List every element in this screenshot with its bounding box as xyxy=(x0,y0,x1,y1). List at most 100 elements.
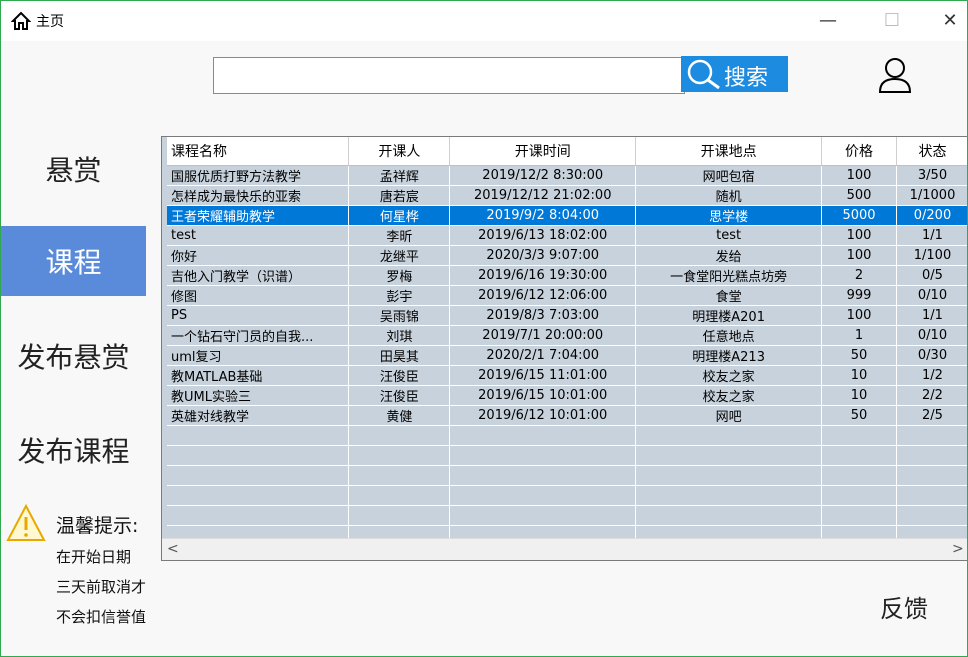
col-header-teacher[interactable]: 开课人 xyxy=(348,137,451,166)
table-cell: 0/200 xyxy=(896,205,967,226)
table-row[interactable]: 教MATLAB基础 汪俊臣 2019/6/15 11:01:00 校友之家 10 1/2 xyxy=(167,365,967,386)
table-row[interactable]: 怎样成为最快乐的亚索 唐若宸 2019/12/12 21:02:00 随机 500 1/1… xyxy=(167,185,967,206)
feedback-link[interactable]: 反馈 xyxy=(880,589,928,624)
table-row[interactable] xyxy=(167,465,967,486)
col-header-price[interactable]: 价格 xyxy=(821,137,897,166)
table-row[interactable]: PS 吴雨锦 2019/8/3 7:03:00 明理楼A201 100 1/1 xyxy=(167,305,967,326)
table-row[interactable]: 国服优质打野方法教学 孟祥辉 2019/12/2 8:30:00 网吧包宿 100 3/5… xyxy=(167,165,967,186)
table-cell: 2019/6/13 18:02:00 xyxy=(449,225,637,246)
table-row[interactable]: 修图 彭宇 2019/6/12 12:06:00 食堂 999 0/10 xyxy=(167,285,967,306)
table-row[interactable]: test 李昕 2019/6/13 18:02:00 test 100 1/1 xyxy=(167,225,967,246)
table-cell: 2019/7/1 20:00:00 xyxy=(449,325,637,346)
table-cell: 2019/12/12 21:02:00 xyxy=(449,185,637,206)
table-row[interactable] xyxy=(167,485,967,506)
scroll-right-arrow[interactable]: > xyxy=(952,541,964,557)
table-cell xyxy=(449,465,637,486)
table-row[interactable]: 王者荣耀辅助教学 何星桦 2019/9/2 8:04:00 思学楼 5000 0/200 xyxy=(167,205,967,226)
col-header-status[interactable]: 状态 xyxy=(896,137,967,166)
table-cell xyxy=(449,485,637,506)
table-cell xyxy=(896,465,967,486)
table-cell: 明理楼A213 xyxy=(635,345,823,366)
table-cell xyxy=(348,465,451,486)
col-header-time[interactable]: 开课时间 xyxy=(449,137,637,166)
table-cell: 思学楼 xyxy=(635,205,823,226)
table-cell xyxy=(167,465,350,486)
table-cell: 网吧包宿 xyxy=(635,165,823,186)
minimize-button[interactable]: — xyxy=(813,9,843,33)
table-cell xyxy=(348,425,451,446)
course-table[interactable]: 课程名称 开课人 开课时间 开课地点 价格 状态 国服优质打野方法教学 孟祥辉 20… xyxy=(161,136,967,561)
table-cell: 怎样成为最快乐的亚索 xyxy=(167,185,350,206)
table-cell xyxy=(348,445,451,466)
window-title: 主页 xyxy=(36,14,64,30)
sidebar-item-post-course[interactable]: 发布课程 xyxy=(1,415,146,485)
tip-line: 三天前取消才 xyxy=(56,578,147,596)
table-row[interactable]: 英雄对线教学 黄健 2019/6/12 10:01:00 网吧 50 2/5 xyxy=(167,405,967,426)
table-cell: 田昊其 xyxy=(348,345,451,366)
search-button[interactable]: 搜索 xyxy=(681,56,788,92)
table-row[interactable]: uml复习 田昊其 2020/2/1 7:04:00 明理楼A213 50 0/30 xyxy=(167,345,967,366)
table-cell: 2020/3/3 9:07:00 xyxy=(449,245,637,266)
close-button[interactable]: ✕ xyxy=(935,9,965,33)
table-row[interactable]: 你好 龙继平 2020/3/3 9:07:00 发给 100 1/100 xyxy=(167,245,967,266)
table-row[interactable] xyxy=(167,445,967,466)
table-cell: 2020/2/1 7:04:00 xyxy=(449,345,637,366)
table-cell: 1/1 xyxy=(896,225,967,246)
table-cell: 食堂 xyxy=(635,285,823,306)
table-cell: uml复习 xyxy=(167,345,350,366)
table-cell: 吉他入门教学（识谱） xyxy=(167,265,350,286)
col-header-place[interactable]: 开课地点 xyxy=(635,137,823,166)
table-cell xyxy=(896,485,967,506)
table-cell: 1 xyxy=(821,325,897,346)
table-cell: test xyxy=(167,225,350,246)
table-cell: 校友之家 xyxy=(635,385,823,406)
table-cell: 教MATLAB基础 xyxy=(167,365,350,386)
table-cell: 刘琪 xyxy=(348,325,451,346)
search-button-label: 搜索 xyxy=(724,66,769,91)
table-cell xyxy=(821,445,897,466)
table-cell: 1/1 xyxy=(896,305,967,326)
table-cell: 校友之家 xyxy=(635,365,823,386)
table-cell: 龙继平 xyxy=(348,245,451,266)
table-cell: 0/5 xyxy=(896,265,967,286)
title-bar: 主页 — ☐ ✕ xyxy=(1,1,967,41)
table-header-row: 课程名称 开课人 开课时间 开课地点 价格 状态 xyxy=(167,137,967,166)
col-header-name[interactable]: 课程名称 xyxy=(167,137,350,166)
table-cell: 2019/6/16 19:30:00 xyxy=(449,265,637,286)
table-cell: 修图 xyxy=(167,285,350,306)
table-row[interactable]: 教UML实验三 汪俊臣 2019/6/15 10:01:00 校友之家 10 2/2 xyxy=(167,385,967,406)
sidebar-item-courses[interactable]: 课程 xyxy=(1,226,146,296)
table-cell xyxy=(167,505,350,526)
sidebar-item-post-bounty[interactable]: 发布悬赏 xyxy=(1,321,146,391)
table-cell: 5000 xyxy=(821,205,897,226)
table-row[interactable] xyxy=(167,425,967,446)
table-cell xyxy=(821,505,897,526)
tip-line: 不会扣信誉值 xyxy=(56,608,147,626)
table-cell: 一食堂阳光糕点坊旁 xyxy=(635,265,823,286)
table-cell: 3/50 xyxy=(896,165,967,186)
table-cell: 一个钻石守门员的自我... xyxy=(167,325,350,346)
user-icon[interactable] xyxy=(875,55,915,95)
table-cell: 2019/6/15 11:01:00 xyxy=(449,365,637,386)
table-row[interactable]: 吉他入门教学（识谱） 罗梅 2019/6/16 19:30:00 一食堂阳光糕点坊旁 2… xyxy=(167,265,967,286)
horizontal-scrollbar[interactable]: < > xyxy=(162,538,967,560)
sidebar-item-bounty[interactable]: 悬赏 xyxy=(1,134,146,204)
table-cell xyxy=(167,445,350,466)
table-cell: 2 xyxy=(821,265,897,286)
table-cell xyxy=(821,425,897,446)
table-row[interactable] xyxy=(167,505,967,526)
table-cell: 500 xyxy=(821,185,897,206)
table-cell: 2/5 xyxy=(896,405,967,426)
table-cell: 你好 xyxy=(167,245,350,266)
table-cell: 0/30 xyxy=(896,345,967,366)
scroll-left-arrow[interactable]: < xyxy=(167,541,179,557)
table-row[interactable]: 一个钻石守门员的自我... 刘琪 2019/7/1 20:00:00 任意地点 1 0/1… xyxy=(167,325,967,346)
maximize-button[interactable]: ☐ xyxy=(877,9,907,33)
table-cell xyxy=(449,445,637,466)
table-cell xyxy=(167,425,350,446)
search-icon xyxy=(687,59,720,89)
table-cell: 发给 xyxy=(635,245,823,266)
table-cell: 汪俊臣 xyxy=(348,385,451,406)
table-cell: 999 xyxy=(821,285,897,306)
search-input[interactable] xyxy=(213,57,685,94)
